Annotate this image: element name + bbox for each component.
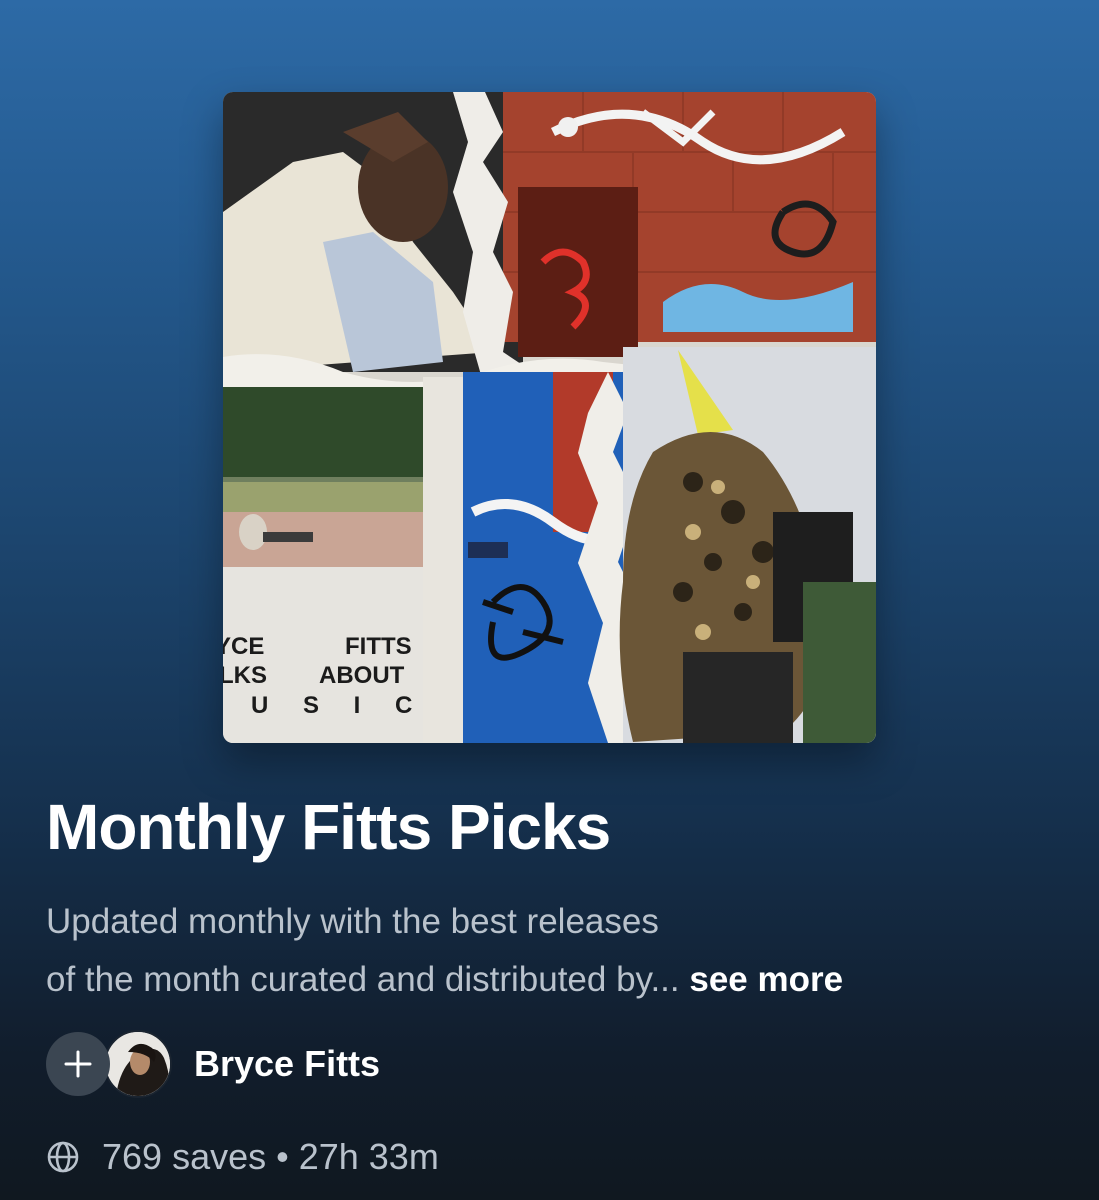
cover-text-row1-left: YCE bbox=[223, 633, 264, 660]
description-line-2: of the month curated and distributed by.… bbox=[46, 951, 1056, 1009]
cover-text-row3: U S I C bbox=[251, 692, 426, 719]
playlist-cover-art: YCE FITTS LKS ABOUT U S I C bbox=[223, 92, 876, 743]
description-line-2-text: of the month curated and distributed by.… bbox=[46, 960, 680, 999]
description-line-1: Updated monthly with the best releases bbox=[46, 902, 659, 941]
playlist-title: Monthly Fitts Picks bbox=[46, 791, 611, 863]
plus-icon bbox=[64, 1050, 92, 1078]
add-to-library-button[interactable] bbox=[46, 1032, 110, 1096]
playlist-description: Updated monthly with the best releases o… bbox=[46, 893, 1056, 1009]
playlist-meta: 769 saves • 27h 33m bbox=[46, 1130, 439, 1184]
meta-separator: • bbox=[276, 1136, 289, 1177]
globe-icon bbox=[46, 1140, 80, 1174]
cover-text-row2-right: ABOUT bbox=[319, 662, 405, 689]
see-more-button[interactable]: see more bbox=[689, 960, 843, 999]
cover-text-row1-right: FITTS bbox=[345, 633, 412, 660]
owner-avatar[interactable] bbox=[104, 1030, 172, 1098]
cover-text-row2-left: LKS bbox=[223, 662, 267, 689]
saves-count: 769 saves bbox=[102, 1136, 267, 1177]
owner-row: Bryce Fitts bbox=[46, 1030, 380, 1098]
owner-name-link[interactable]: Bryce Fitts bbox=[194, 1043, 380, 1085]
total-duration: 27h 33m bbox=[298, 1136, 439, 1177]
